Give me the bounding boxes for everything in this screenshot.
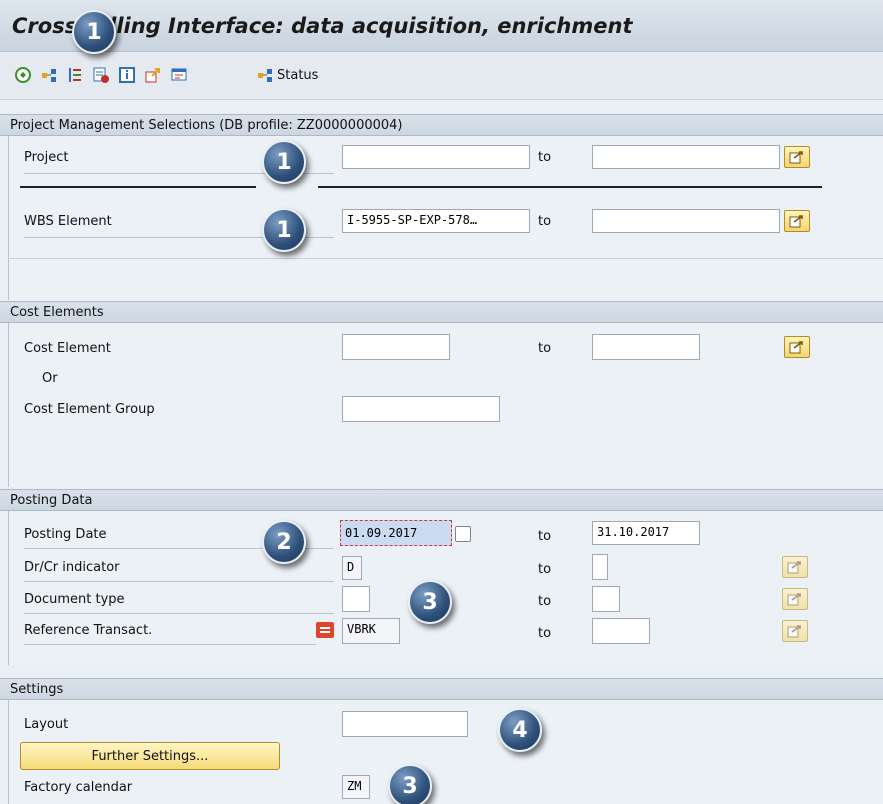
wbs-multiple-selection-button[interactable]	[784, 210, 810, 232]
execute-icon[interactable]	[14, 66, 32, 84]
cost-element-multiple-selection-button[interactable]	[784, 336, 810, 358]
reference-transaction-to-input[interactable]	[592, 618, 650, 644]
equals-option-icon[interactable]	[316, 622, 334, 638]
multiple-selection-icon	[789, 215, 803, 228]
dr-cr-multiple-selection-button[interactable]	[782, 556, 808, 578]
to-label: to	[538, 341, 552, 356]
section-header-settings: Settings	[0, 678, 883, 700]
multiple-selection-icon	[789, 151, 803, 164]
to-label: to	[538, 150, 552, 165]
multiple-selection-icon	[787, 593, 801, 606]
project-from-input[interactable]	[342, 145, 530, 169]
to-label: to	[538, 562, 552, 577]
posting-date-from-input[interactable]: 01.09.2017	[340, 520, 452, 546]
dr-cr-from-input[interactable]: D	[342, 556, 362, 580]
dr-cr-to-input[interactable]	[592, 554, 608, 580]
export-icon[interactable]	[144, 66, 162, 84]
project-multiple-selection-button[interactable]	[784, 146, 810, 168]
multiple-selection-icon	[787, 625, 801, 638]
further-settings-button[interactable]: Further Settings...	[20, 742, 280, 770]
document-type-multiple-selection-button[interactable]	[782, 588, 808, 610]
or-label: Or	[42, 371, 58, 386]
reference-transaction-multiple-selection-button[interactable]	[782, 620, 808, 642]
callout-badge: 3	[408, 580, 452, 624]
reference-transaction-label: Reference Transact.	[24, 623, 316, 645]
cost-element-group-label: Cost Element Group	[24, 402, 155, 417]
to-label: to	[538, 214, 552, 229]
posting-date-to-input[interactable]: 31.10.2017	[592, 521, 700, 545]
cost-element-label: Cost Element	[24, 341, 111, 356]
dialog-icon[interactable]	[170, 66, 188, 84]
factory-calendar-label: Factory calendar	[24, 780, 133, 795]
section-header-cost-elements: Cost Elements	[0, 301, 883, 323]
divider	[318, 186, 822, 188]
callout-badge: 2	[262, 520, 306, 564]
status-label: Status	[277, 67, 319, 83]
section-header-posting-data: Posting Data	[0, 489, 883, 511]
section-header-project: Project Management Selections (DB profil…	[0, 114, 883, 136]
to-label: to	[538, 626, 552, 641]
callout-badge: 1	[262, 140, 306, 184]
callout-badge: 4	[498, 708, 542, 752]
to-label: to	[538, 594, 552, 609]
multiple-selection-icon	[787, 561, 801, 574]
document-type-label: Document type	[24, 592, 334, 614]
document-type-to-input[interactable]	[592, 586, 620, 612]
wbs-from-input[interactable]: I-5955-SP-EXP-578…	[342, 209, 530, 233]
project-to-input[interactable]	[592, 145, 780, 169]
layout-label: Layout	[24, 717, 69, 732]
divider	[8, 258, 883, 259]
modules-icon[interactable]	[40, 66, 58, 84]
cost-element-to-input[interactable]	[592, 334, 700, 360]
multiple-selection-icon	[789, 341, 803, 354]
divider	[20, 186, 256, 188]
wbs-to-input[interactable]	[592, 209, 780, 233]
callout-badge: 1	[262, 208, 306, 252]
cost-element-from-input[interactable]	[342, 334, 450, 360]
layout-input[interactable]	[342, 711, 468, 737]
calendar-help-icon[interactable]	[455, 526, 471, 542]
variant-icon[interactable]	[92, 66, 110, 84]
status-button[interactable]: Status	[256, 64, 318, 86]
callout-badge: 1	[72, 10, 116, 54]
document-type-from-input[interactable]	[342, 586, 370, 612]
factory-calendar-input[interactable]: ZM	[342, 775, 370, 799]
cost-element-group-input[interactable]	[342, 396, 500, 422]
info-icon[interactable]	[118, 66, 136, 84]
callout-badge: 3	[388, 764, 432, 804]
to-label: to	[538, 529, 552, 544]
list-icon[interactable]	[66, 66, 84, 84]
reference-transaction-from-input[interactable]: VBRK	[342, 618, 400, 644]
status-icon	[258, 69, 272, 82]
